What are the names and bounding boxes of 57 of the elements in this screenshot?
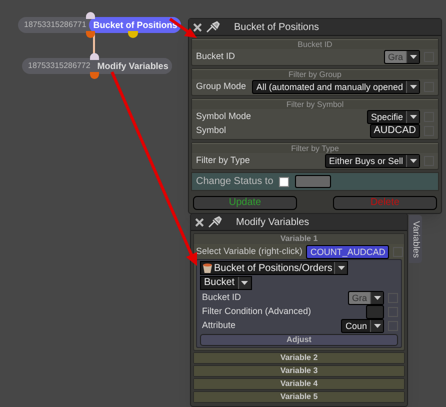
- dropdown-caret-icon: [406, 155, 419, 167]
- close-icon[interactable]: [193, 22, 202, 32]
- checkbox[interactable]: [393, 246, 404, 256]
- dropdown-caret-icon: [334, 262, 348, 274]
- dropdown-caret-icon: [406, 111, 419, 123]
- field-label: Symbol Mode: [196, 110, 252, 124]
- section-heading: Bucket ID: [192, 39, 438, 49]
- node-id: 18753315286772: [27, 60, 92, 72]
- symbol-field[interactable]: AUDCAD: [370, 124, 420, 138]
- update-button[interactable]: Update: [193, 196, 297, 210]
- node-title[interactable]: Bucket of Positions: [89, 17, 182, 33]
- variable-heading[interactable]: Variable 1: [194, 234, 404, 244]
- dropdown-caret-icon: [370, 320, 383, 332]
- dropdown[interactable]: Specifie: [366, 110, 420, 124]
- dropdown[interactable]: Either Buys or Sell: [324, 154, 420, 168]
- output-port-icon[interactable]: [128, 31, 138, 38]
- change-status-label: Change Status to: [196, 175, 274, 189]
- dropdown-caret-icon: [406, 51, 419, 63]
- variable-heading[interactable]: Variable 4: [194, 379, 404, 389]
- variable-heading[interactable]: Variable 5: [194, 392, 404, 402]
- window-title: Modify Variables: [236, 216, 310, 230]
- adjust-button[interactable]: Adjust: [200, 334, 398, 346]
- source-dropdown[interactable]: Bucket of Positions/Orders: [200, 261, 348, 275]
- dropdown-caret-icon: [406, 81, 419, 93]
- field-label: Filter Condition (Advanced): [202, 305, 312, 318]
- dropdown-caret-icon: [370, 292, 383, 304]
- pin-icon[interactable]: [206, 21, 220, 33]
- variable-heading[interactable]: Variable 3: [194, 366, 404, 376]
- field-label: Bucket ID: [196, 50, 236, 64]
- dropdown-caret-icon: [238, 277, 251, 289]
- checkbox[interactable]: [279, 176, 290, 186]
- section-heading: Filter by Type: [192, 143, 438, 153]
- variable-heading[interactable]: Variable 2: [194, 353, 404, 363]
- section-heading: Filter by Symbol: [192, 99, 438, 109]
- side-tab[interactable]: Variables: [409, 215, 422, 263]
- source-type-dropdown[interactable]: Bucket: [200, 276, 252, 290]
- close-icon[interactable]: [195, 218, 204, 226]
- input-port-icon[interactable]: [90, 53, 99, 60]
- field-label: Attribute: [202, 319, 237, 332]
- field-label: Symbol: [196, 124, 228, 138]
- output-port-icon[interactable]: [90, 72, 99, 79]
- window-title: Bucket of Positions: [234, 20, 320, 34]
- status-field[interactable]: [295, 175, 332, 188]
- variable-name-field[interactable]: COUNT_AUDCAD: [306, 244, 390, 258]
- input-port-icon[interactable]: [86, 12, 95, 19]
- field-label: Group Mode: [196, 80, 248, 94]
- pin-icon[interactable]: [208, 216, 222, 228]
- output-port-icon[interactable]: [86, 31, 95, 38]
- dropdown[interactable]: Coun: [341, 319, 384, 333]
- select-variable-label: Select Variable (right-click): [196, 244, 302, 258]
- node-id: 18753315286771: [23, 19, 88, 31]
- condition-field[interactable]: [366, 305, 384, 319]
- bucket-icon: [203, 263, 212, 273]
- field-label: Bucket ID: [202, 291, 242, 304]
- section-heading: Filter by Group: [192, 69, 438, 79]
- dropdown[interactable]: All (automated and manually opened: [252, 80, 420, 94]
- field-label: Filter by Type: [196, 154, 251, 168]
